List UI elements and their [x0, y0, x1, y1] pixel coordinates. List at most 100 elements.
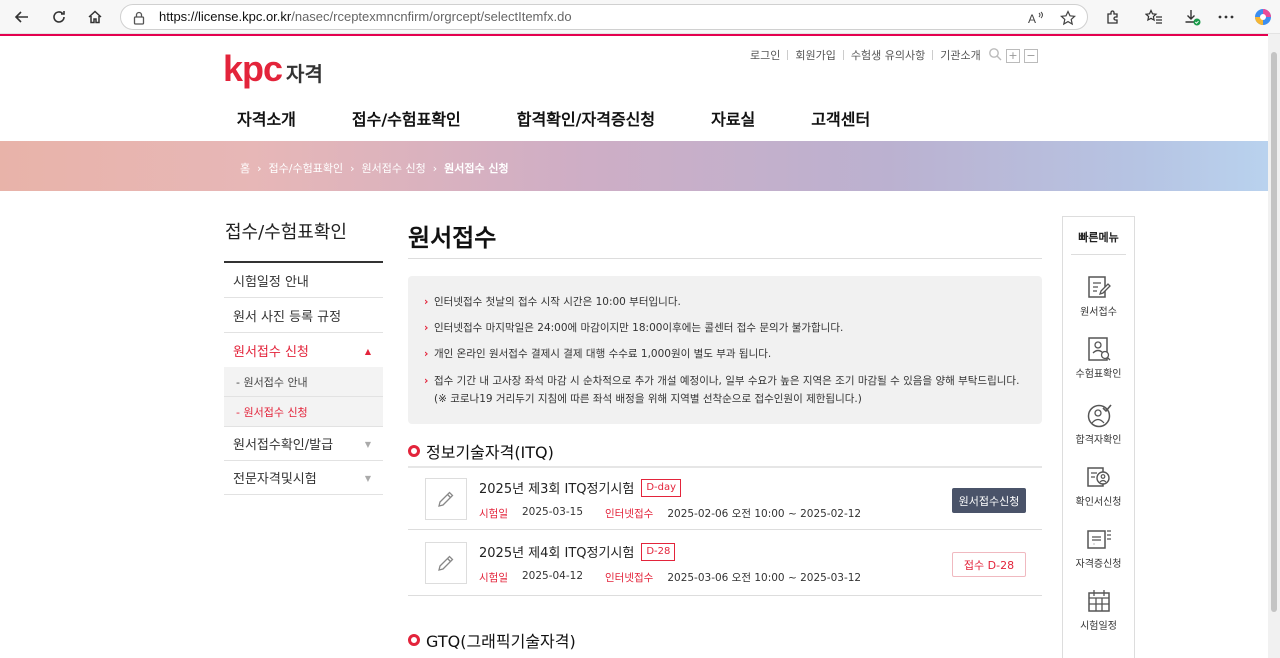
sidebar-item-label: 시험일정 안내: [233, 274, 309, 290]
reception-dday-button[interactable]: 접수 D-28: [952, 552, 1026, 577]
calendar-icon: [1085, 587, 1113, 615]
gnb-item-resources[interactable]: 자료실: [711, 106, 755, 130]
reception-label: 인터넷접수: [605, 508, 654, 520]
sidebar-subitem-apply-guide[interactable]: - 원서접수 안내: [224, 367, 383, 397]
favorite-star-icon[interactable]: [1059, 9, 1077, 27]
sidebar-item-label: 원서접수 신청: [233, 344, 309, 360]
sidebar-subitem-label: - 원서접수 안내: [236, 375, 308, 389]
breadcrumb-item[interactable]: 접수/수험표확인: [269, 160, 344, 176]
extensions-icon[interactable]: [1102, 6, 1124, 28]
gnb-item-registration[interactable]: 접수/수험표확인: [352, 106, 461, 130]
caret-down-icon: ▼: [364, 440, 371, 449]
pencil-icon: [425, 542, 467, 584]
d-day-badge: D-day: [641, 478, 682, 497]
sub-visual-banner: [0, 141, 1268, 191]
user-check-icon: [1085, 401, 1113, 429]
quick-item-confirmation[interactable]: 확인서신청: [1063, 463, 1134, 508]
home-icon[interactable]: [83, 5, 107, 29]
scrollbar-thumb[interactable]: [1271, 52, 1277, 612]
notice-item: 인터넷접수 마지막일은 24:00에 마감이지만 18:00이후에는 콜센터 접…: [424, 320, 1026, 337]
browser-toolbar: https://license.kpc.or.kr/nasec/rceptexm…: [0, 0, 1280, 34]
quick-menu-divider: [1071, 254, 1126, 255]
address-bar[interactable]: https://license.kpc.or.kr/nasec/rceptexm…: [120, 4, 1088, 30]
quick-item-label: 시험일정: [1080, 621, 1117, 632]
exam-date-label: 시험일: [479, 572, 508, 584]
chevron-right-icon: ›: [350, 161, 355, 175]
quick-item-ticket[interactable]: 수험표확인: [1063, 335, 1134, 380]
copilot-icon[interactable]: [1252, 6, 1274, 28]
breadcrumb-item[interactable]: 원서접수 신청: [361, 160, 425, 176]
quick-item-label: 확인서신청: [1075, 497, 1122, 508]
back-icon[interactable]: [10, 5, 34, 29]
zoom-in-icon[interactable]: +: [1006, 48, 1020, 63]
sidebar-item-label: 원서접수확인/발급: [233, 437, 334, 453]
exam-name: 2025년 제4회 ITQ정기시험 D-28: [479, 542, 676, 561]
bullet-circle-icon: [408, 445, 420, 457]
more-options-icon[interactable]: [1215, 6, 1237, 28]
exam-date-value: 2025-04-12: [521, 570, 584, 582]
refresh-icon[interactable]: [47, 5, 71, 29]
org-intro-link[interactable]: 기관소개: [940, 47, 980, 63]
license-card-icon: [1085, 525, 1113, 553]
quick-menu: 빠른메뉴 원서접수 수험표확인 합격자확인 확인서신청 자격증신청 시험일정: [1062, 216, 1135, 658]
form-edit-icon: [1085, 273, 1113, 301]
section-title-text: 정보기술자격(ITQ): [426, 443, 554, 462]
quick-item-schedule[interactable]: 시험일정: [1063, 587, 1134, 632]
favorites-list-icon[interactable]: [1143, 6, 1165, 28]
sidebar-item-label: 전문자격및시험: [233, 471, 317, 487]
quick-menu-title: 빠른메뉴: [1078, 231, 1119, 244]
exam-date-value: 2025-03-15: [521, 506, 584, 518]
gnb-item-cert-intro[interactable]: 자격소개: [237, 106, 296, 130]
pencil-icon: [425, 478, 467, 520]
quick-item-label: 수험표확인: [1075, 369, 1122, 380]
apply-button[interactable]: 원서접수신청: [952, 488, 1026, 513]
reception-period: 2025-02-06 오전 10:00 ~ 2025-02-12: [667, 508, 862, 520]
top-accent-line: [0, 34, 1268, 36]
divider: [932, 50, 934, 60]
downloads-icon[interactable]: [1181, 6, 1203, 28]
read-aloud-icon[interactable]: A: [1027, 9, 1045, 27]
section-title-text: GTQ(그래픽기술자격): [426, 632, 576, 651]
caret-up-icon: ▲: [364, 347, 371, 356]
id-card-icon: [1085, 335, 1113, 363]
reception-label: 인터넷접수: [605, 572, 654, 584]
section-title-itq: 정보기술자격(ITQ): [408, 439, 554, 463]
logo-mark: kpc: [223, 48, 283, 89]
gnb-item-customer-center[interactable]: 고객센터: [811, 106, 870, 130]
login-link[interactable]: 로그인: [750, 47, 780, 63]
quick-item-license[interactable]: 자격증신청: [1063, 525, 1134, 570]
quick-item-pass-check[interactable]: 합격자확인: [1063, 401, 1134, 446]
sidebar-item-photo-rules[interactable]: 원서 사진 등록 규정: [224, 298, 383, 333]
search-icon[interactable]: [988, 46, 1002, 65]
notice-box: 인터넷접수 첫날의 접수 시작 시간은 10:00 부터입니다. 인터넷접수 마…: [408, 276, 1042, 424]
utility-icons: + −: [988, 46, 1038, 65]
lock-icon[interactable]: [133, 10, 145, 29]
breadcrumb: 홈 › 접수/수험표확인 › 원서접수 신청 › 원서접수 신청: [240, 160, 509, 176]
sidebar-item-professional[interactable]: 전문자격및시험 ▼: [224, 460, 383, 495]
logo-suffix: 자격: [286, 62, 323, 86]
divider: [842, 50, 844, 60]
web-page: kpc 자격 로그인 회원가입 수험생 유의사항 기관소개 + − 자격소개 접…: [0, 34, 1268, 658]
examinee-notice-link[interactable]: 수험생 유의사항: [851, 47, 925, 63]
sidebar-item-apply-confirm[interactable]: 원서접수확인/발급 ▼: [224, 426, 383, 461]
caret-down-icon: ▼: [364, 474, 371, 483]
reception-period: 2025-03-06 오전 10:00 ~ 2025-03-12: [667, 572, 862, 584]
quick-item-apply[interactable]: 원서접수: [1063, 273, 1134, 318]
kpc-logo[interactable]: kpc 자격: [223, 48, 323, 90]
zoom-out-icon[interactable]: −: [1024, 48, 1038, 63]
exam-title: 2025년 제3회 ITQ정기시험: [479, 482, 635, 497]
sidebar-item-schedule[interactable]: 시험일정 안내: [224, 263, 383, 298]
page-scrollbar[interactable]: [1268, 34, 1280, 658]
utility-links: 로그인 회원가입 수험생 유의사항 기관소개: [750, 47, 981, 63]
sidebar-item-apply[interactable]: 원서접수 신청 ▲: [224, 333, 383, 368]
breadcrumb-home[interactable]: 홈: [240, 160, 250, 176]
notice-item: 접수 기간 내 고사장 좌석 마감 시 순차적으로 추가 개설 예정이나, 일부…: [424, 372, 1026, 408]
exam-meta: 시험일 2025-04-12 인터넷접수 2025-03-06 오전 10:00…: [479, 570, 883, 585]
sidebar-subitem-apply[interactable]: - 원서접수 신청: [224, 397, 383, 427]
signup-link[interactable]: 회원가입: [795, 47, 835, 63]
quick-item-label: 원서접수: [1080, 307, 1117, 318]
exam-date-label: 시험일: [479, 508, 508, 520]
svg-text:A: A: [1028, 12, 1036, 25]
gnb-item-pass-check[interactable]: 합격확인/자격증신청: [517, 106, 655, 130]
global-nav: 자격소개 접수/수험표확인 합격확인/자격증신청 자료실 고객센터: [237, 106, 926, 130]
